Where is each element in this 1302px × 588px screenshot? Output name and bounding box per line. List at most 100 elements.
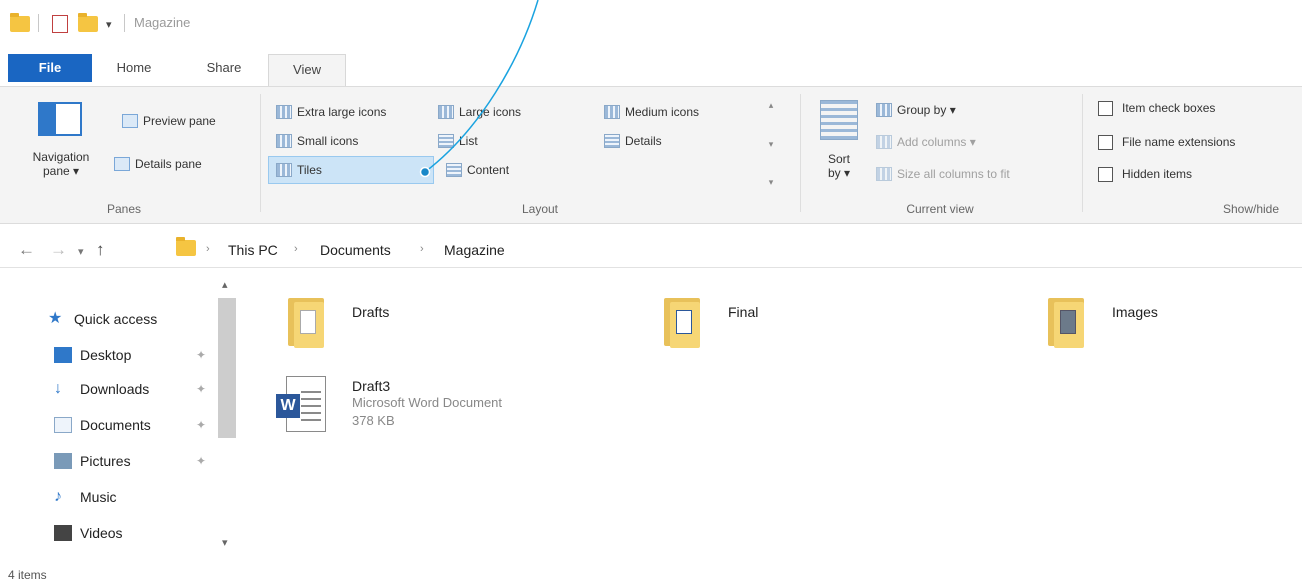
add-columns-icon: [876, 135, 892, 149]
nav-item-music[interactable]: ♪ Music: [54, 486, 117, 508]
recent-locations-icon[interactable]: ▾: [78, 245, 84, 258]
documents-icon: [54, 417, 72, 433]
nav-item-pictures[interactable]: Pictures: [54, 450, 131, 472]
layout-medium-icons[interactable]: Medium icons: [604, 102, 699, 122]
more-icon[interactable]: ▾: [769, 177, 774, 188]
checkbox-label: Hidden items: [1122, 167, 1193, 181]
file-name-extensions-checkbox[interactable]: [1098, 134, 1113, 150]
layout-extra-large-icons[interactable]: Extra large icons: [276, 102, 386, 122]
breadcrumb-documents[interactable]: Documents: [320, 242, 391, 258]
nav-label: Pictures: [80, 453, 131, 469]
quick-access-dropdown-icon[interactable]: ▾: [106, 13, 112, 35]
details-icon: [604, 134, 620, 148]
new-folder-icon[interactable]: [78, 13, 98, 35]
status-item-count: 4 items: [8, 568, 47, 582]
divider: [260, 94, 261, 212]
breadcrumb-separator[interactable]: ›: [420, 243, 424, 255]
divider: [800, 94, 801, 212]
nav-scrollbar-thumb[interactable]: [218, 298, 236, 438]
hidden-items-checkbox[interactable]: [1098, 166, 1113, 182]
scroll-down-icon[interactable]: ▾: [769, 139, 774, 150]
group-label-show-hide: Show/hide: [1222, 202, 1280, 216]
nav-label: Music: [80, 489, 117, 505]
file-tile-final[interactable]: Final: [664, 292, 758, 348]
layout-label: Small icons: [297, 134, 359, 148]
nav-label: Quick access: [74, 311, 158, 327]
file-tile-images[interactable]: Images: [1048, 292, 1158, 348]
layout-details[interactable]: Details: [604, 131, 662, 151]
layout-large-icons[interactable]: Large icons: [438, 102, 521, 122]
file-tile-drafts[interactable]: Drafts: [288, 292, 389, 348]
hidden-items-option[interactable]: Hidden items: [1098, 164, 1192, 184]
extra-large-icons-icon: [276, 105, 292, 119]
sort-icon[interactable]: [820, 100, 858, 140]
pin-icon[interactable]: ✦: [196, 418, 206, 432]
breadcrumb-separator[interactable]: ›: [206, 243, 210, 255]
pin-icon[interactable]: ✦: [196, 348, 206, 362]
layout-list[interactable]: List: [438, 131, 478, 151]
file-type: Microsoft Word Document: [352, 395, 503, 410]
title-bar: ▾ Magazine: [0, 0, 1302, 50]
properties-icon[interactable]: [52, 13, 68, 35]
folder-icon: [1048, 292, 1090, 348]
layout-tiles[interactable]: Tiles: [276, 160, 322, 180]
nav-item-desktop[interactable]: Desktop: [54, 344, 131, 366]
details-pane-label: Details pane: [135, 157, 202, 171]
scroll-down-icon[interactable]: ▾: [222, 536, 228, 549]
nav-item-documents[interactable]: Documents: [54, 414, 151, 436]
tab-file[interactable]: File: [8, 54, 92, 82]
item-check-boxes-checkbox[interactable]: [1098, 100, 1113, 116]
layout-label: Content: [467, 163, 510, 177]
nav-label: Videos: [80, 525, 123, 541]
download-icon: ↓: [54, 380, 62, 397]
navigation-pane-button[interactable]: Navigation pane ▾: [18, 150, 104, 178]
breadcrumb-this-pc[interactable]: This PC: [228, 242, 278, 258]
nav-item-videos[interactable]: Videos: [54, 522, 123, 544]
breadcrumb-separator[interactable]: ›: [294, 243, 298, 255]
ribbon-tabs: File Home Share View: [0, 50, 1302, 88]
file-name-extensions-option[interactable]: File name extensions: [1098, 132, 1235, 152]
divider: [1082, 94, 1083, 212]
file-name: Images: [1112, 304, 1158, 320]
separator: [124, 14, 125, 32]
layout-gallery-scroll[interactable]: ▴ ▾ ▾: [763, 100, 779, 188]
item-check-boxes-option[interactable]: Item check boxes: [1098, 98, 1215, 118]
group-by-button[interactable]: Group by ▾: [876, 100, 956, 120]
videos-icon: [54, 525, 72, 541]
folder-icon[interactable]: [10, 13, 30, 35]
nav-item-quick-access[interactable]: ★ Quick access: [48, 308, 157, 330]
file-name: Final: [728, 304, 759, 320]
pin-icon[interactable]: ✦: [196, 382, 206, 396]
breadcrumb-magazine[interactable]: Magazine: [444, 242, 505, 258]
pin-icon[interactable]: ✦: [196, 454, 206, 468]
add-columns-button[interactable]: Add columns ▾: [876, 132, 976, 152]
window-title: Magazine: [134, 15, 191, 30]
back-arrow-icon[interactable]: ←: [18, 240, 35, 260]
scroll-up-icon[interactable]: ▴: [769, 100, 774, 111]
navigation-pane-icon[interactable]: [38, 102, 82, 136]
nav-label: Downloads: [80, 381, 150, 397]
preview-pane-button[interactable]: Preview pane: [122, 111, 216, 131]
tab-share[interactable]: Share: [194, 50, 254, 86]
layout-small-icons[interactable]: Small icons: [276, 131, 358, 151]
desktop-icon: [54, 347, 72, 363]
forward-arrow-icon[interactable]: →: [50, 240, 67, 260]
pictures-icon: [54, 453, 72, 469]
layout-label: Details: [625, 134, 662, 148]
tab-view[interactable]: View: [268, 54, 346, 88]
sort-by-button[interactable]: Sort by ▾: [818, 152, 860, 180]
group-by-icon: [876, 103, 892, 117]
nav-item-downloads[interactable]: ↓ Downloads: [54, 378, 149, 400]
scroll-up-icon[interactable]: ▴: [222, 278, 228, 291]
word-document-icon[interactable]: W: [276, 376, 328, 436]
preview-pane-label: Preview pane: [143, 114, 216, 128]
large-icons-icon: [438, 105, 454, 119]
tab-home[interactable]: Home: [104, 50, 164, 86]
details-pane-button[interactable]: Details pane: [114, 154, 202, 174]
file-tile-draft3[interactable]: Draft3 Microsoft Word Document 378 KB: [352, 378, 502, 430]
size-columns-button[interactable]: Size all columns to fit: [876, 164, 1010, 184]
layout-content[interactable]: Content: [446, 160, 509, 180]
medium-icons-icon: [604, 105, 620, 119]
checkbox-label: Item check boxes: [1122, 101, 1216, 115]
up-arrow-icon[interactable]: ↑: [96, 240, 105, 260]
